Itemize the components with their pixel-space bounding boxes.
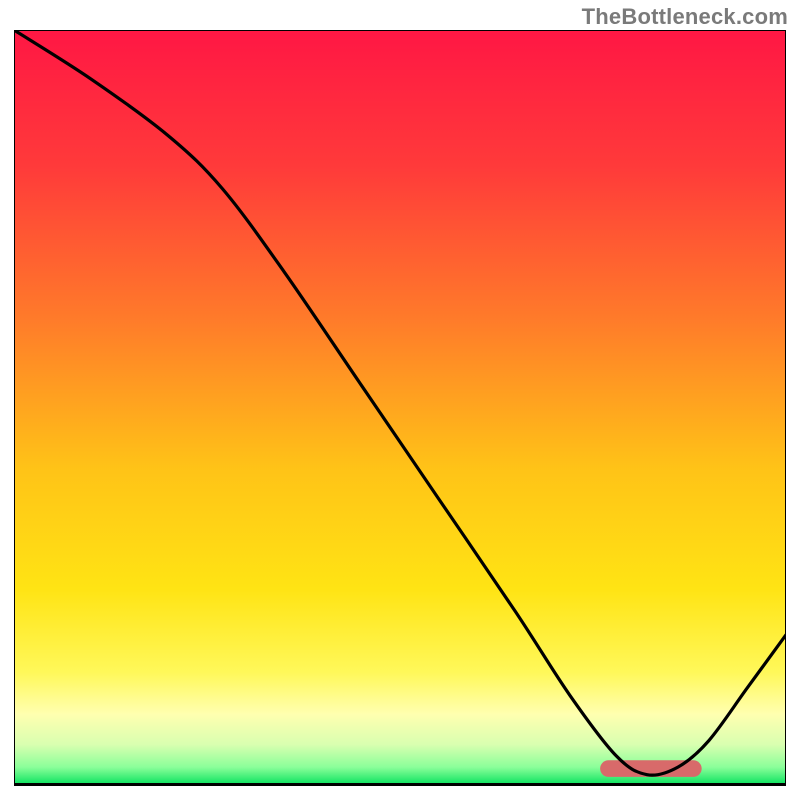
bottleneck-chart bbox=[14, 30, 786, 786]
gradient-background bbox=[14, 30, 786, 786]
watermark-label: TheBottleneck.com bbox=[582, 4, 788, 30]
plot-frame bbox=[14, 30, 786, 786]
chart-stage: TheBottleneck.com bbox=[0, 0, 800, 800]
